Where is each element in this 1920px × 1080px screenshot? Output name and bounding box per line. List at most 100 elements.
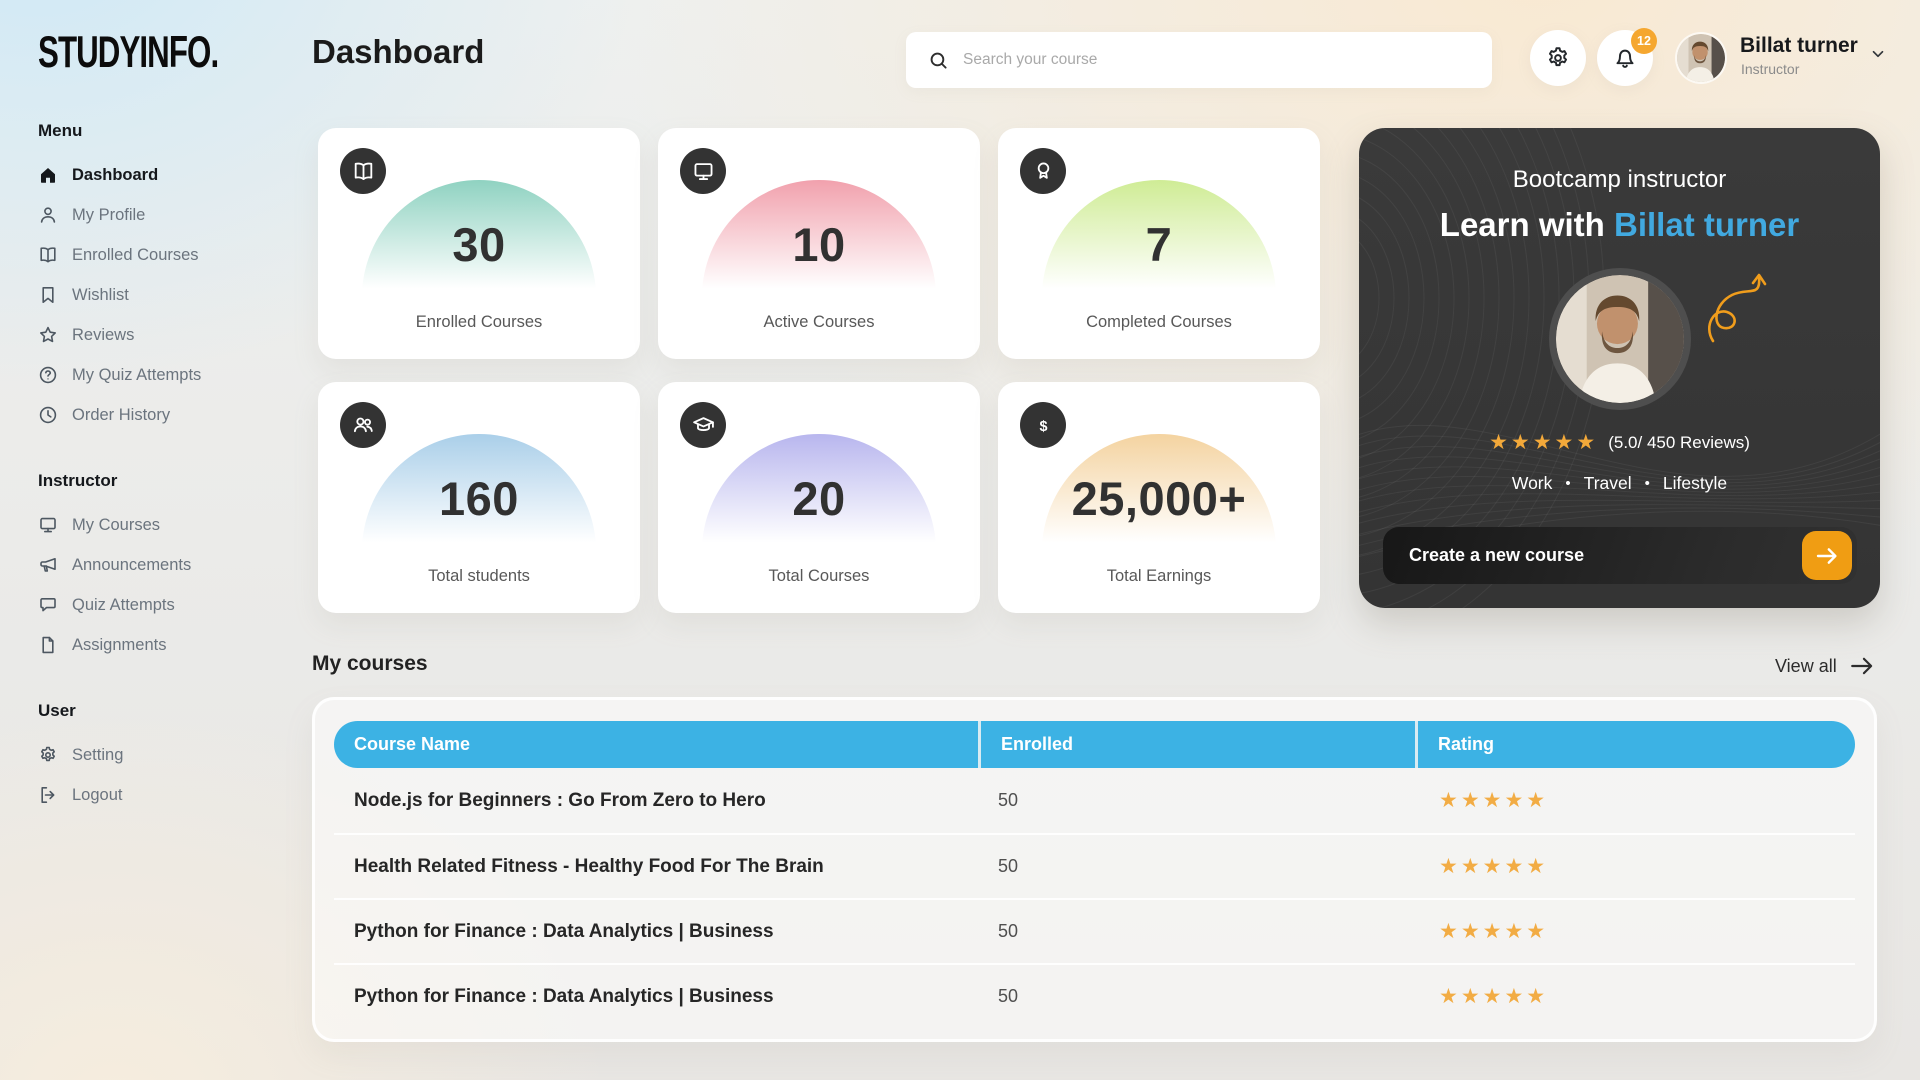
sidebar-item-quiz-attempts[interactable]: Quiz Attempts xyxy=(38,585,273,625)
course-rating-stars: ★★★★★ xyxy=(1415,854,1855,879)
course-row[interactable]: Node.js for Beginners : Go From Zero to … xyxy=(334,768,1855,833)
instructor-name-highlight: Billat turner xyxy=(1614,206,1799,243)
sidebar-item-reviews[interactable]: Reviews xyxy=(38,315,273,355)
course-enrolled-cell: 50 xyxy=(978,856,1415,877)
stat-value: 30 xyxy=(318,217,640,272)
settings-button[interactable] xyxy=(1530,30,1586,86)
sidebar-item-wishlist[interactable]: Wishlist xyxy=(38,275,273,315)
stat-value: 7 xyxy=(998,217,1320,272)
sidebar-item-order-history[interactable]: Order History xyxy=(38,395,273,435)
bookmark-icon xyxy=(38,285,58,305)
course-name-cell: Python for Finance : Data Analytics | Bu… xyxy=(334,986,978,1008)
course-name-cell: Health Related Fitness - Healthy Food Fo… xyxy=(334,856,978,878)
sidebar-heading-user: User xyxy=(38,701,273,721)
dollar-icon: $ xyxy=(1020,402,1066,448)
instructor-avatar xyxy=(1556,275,1684,403)
tag-lifestyle: Lifestyle xyxy=(1663,473,1727,494)
brand-logo[interactable]: STUDYINFO. xyxy=(38,28,254,79)
stats-grid: 30 Enrolled Courses 10 Active Courses 7 … xyxy=(318,128,1320,613)
users-icon xyxy=(340,402,386,448)
bullet-separator: • xyxy=(1565,475,1570,492)
table-body: Node.js for Beginners : Go From Zero to … xyxy=(334,768,1855,1028)
user-name: Billat turner xyxy=(1740,34,1858,58)
sidebar: STUDYINFO. Menu Dashboard My Profile Enr… xyxy=(38,0,273,851)
tag-travel: Travel xyxy=(1584,473,1632,494)
panel-tags: Work • Travel • Lifestyle xyxy=(1359,473,1880,494)
stat-label: Total Courses xyxy=(658,567,980,586)
stat-card-total-students: 160 Total students xyxy=(318,382,640,613)
course-rating-stars: ★★★★★ xyxy=(1415,919,1855,944)
search-input[interactable] xyxy=(963,51,1492,69)
logout-icon xyxy=(38,785,58,805)
rating-text: (5.0/ 450 Reviews) xyxy=(1608,433,1750,453)
grad-cap-icon xyxy=(680,402,726,448)
user-role: Instructor xyxy=(1741,61,1799,77)
courses-section-title: My courses xyxy=(312,652,428,676)
book-open-icon xyxy=(38,245,58,265)
sidebar-item-my-quiz-attempts[interactable]: My Quiz Attempts xyxy=(38,355,273,395)
svg-text:$: $ xyxy=(1039,419,1047,435)
bullet-separator: • xyxy=(1645,475,1650,492)
page-title: Dashboard xyxy=(312,33,484,71)
view-all-link[interactable]: View all xyxy=(1775,653,1875,679)
panel-heading: Learn with Billat turner xyxy=(1359,206,1880,244)
stat-label: Total students xyxy=(318,567,640,586)
sidebar-item-enrolled-courses[interactable]: Enrolled Courses xyxy=(38,235,273,275)
sidebar-heading-menu: Menu xyxy=(38,121,273,141)
stat-label: Completed Courses xyxy=(998,313,1320,332)
award-icon xyxy=(1020,148,1066,194)
help-circle-icon xyxy=(38,365,58,385)
panel-eyebrow: Bootcamp instructor xyxy=(1359,166,1880,194)
squiggle-arrow-icon xyxy=(1703,261,1771,353)
stat-value: 10 xyxy=(658,217,980,272)
stat-card-total-earnings: $ 25,000+ Total Earnings xyxy=(998,382,1320,613)
stat-label: Total Earnings xyxy=(998,567,1320,586)
course-enrolled-cell: 50 xyxy=(978,986,1415,1007)
monitor-icon xyxy=(680,148,726,194)
arrow-right-icon xyxy=(1802,531,1852,580)
table-header: Course Name Enrolled Rating xyxy=(334,721,1855,768)
star-icon xyxy=(38,325,58,345)
monitor-icon xyxy=(38,515,58,535)
panel-rating: ★★★★★ (5.0/ 450 Reviews) xyxy=(1359,430,1880,455)
notification-badge: 12 xyxy=(1631,28,1657,54)
notifications-button[interactable]: 12 xyxy=(1597,30,1653,86)
sidebar-item-my-courses[interactable]: My Courses xyxy=(38,505,273,545)
sidebar-heading-instructor: Instructor xyxy=(38,471,273,491)
user-avatar xyxy=(1677,34,1725,82)
create-course-button[interactable]: Create a new course xyxy=(1383,527,1857,584)
stat-value: 160 xyxy=(318,471,640,526)
course-row[interactable]: Health Related Fitness - Healthy Food Fo… xyxy=(334,833,1855,898)
gear-icon xyxy=(1545,45,1571,71)
stat-value: 25,000+ xyxy=(998,471,1320,526)
sidebar-item-logout[interactable]: Logout xyxy=(38,775,273,815)
sidebar-item-dashboard[interactable]: Dashboard xyxy=(38,155,273,195)
file-icon xyxy=(38,635,58,655)
sidebar-nav: Menu Dashboard My Profile Enrolled Cours… xyxy=(38,121,273,815)
sidebar-item-assignments[interactable]: Assignments xyxy=(38,625,273,665)
arrow-right-icon xyxy=(1849,653,1875,679)
chevron-down-icon xyxy=(1869,45,1887,63)
course-enrolled-cell: 50 xyxy=(978,921,1415,942)
search-icon xyxy=(928,50,949,71)
stat-value: 20 xyxy=(658,471,980,526)
course-row[interactable]: Python for Finance : Data Analytics | Bu… xyxy=(334,963,1855,1028)
column-header-rating: Rating xyxy=(1415,721,1855,768)
course-row[interactable]: Python for Finance : Data Analytics | Bu… xyxy=(334,898,1855,963)
course-rating-stars: ★★★★★ xyxy=(1415,788,1855,813)
sidebar-item-my-profile[interactable]: My Profile xyxy=(38,195,273,235)
stat-card-total-courses: 20 Total Courses xyxy=(658,382,980,613)
rating-stars: ★★★★★ xyxy=(1489,430,1598,455)
megaphone-icon xyxy=(38,555,58,575)
course-name-cell: Python for Finance : Data Analytics | Bu… xyxy=(334,921,978,943)
chat-icon xyxy=(38,595,58,615)
column-header-enrolled: Enrolled xyxy=(978,721,1415,768)
stat-card-enrolled-courses: 30 Enrolled Courses xyxy=(318,128,640,359)
home-icon xyxy=(38,165,58,185)
tag-work: Work xyxy=(1512,473,1553,494)
sidebar-item-setting[interactable]: Setting xyxy=(38,735,273,775)
clock-icon xyxy=(38,405,58,425)
course-name-cell: Node.js for Beginners : Go From Zero to … xyxy=(334,790,978,812)
sidebar-item-announcements[interactable]: Announcements xyxy=(38,545,273,585)
stat-card-active-courses: 10 Active Courses xyxy=(658,128,980,359)
